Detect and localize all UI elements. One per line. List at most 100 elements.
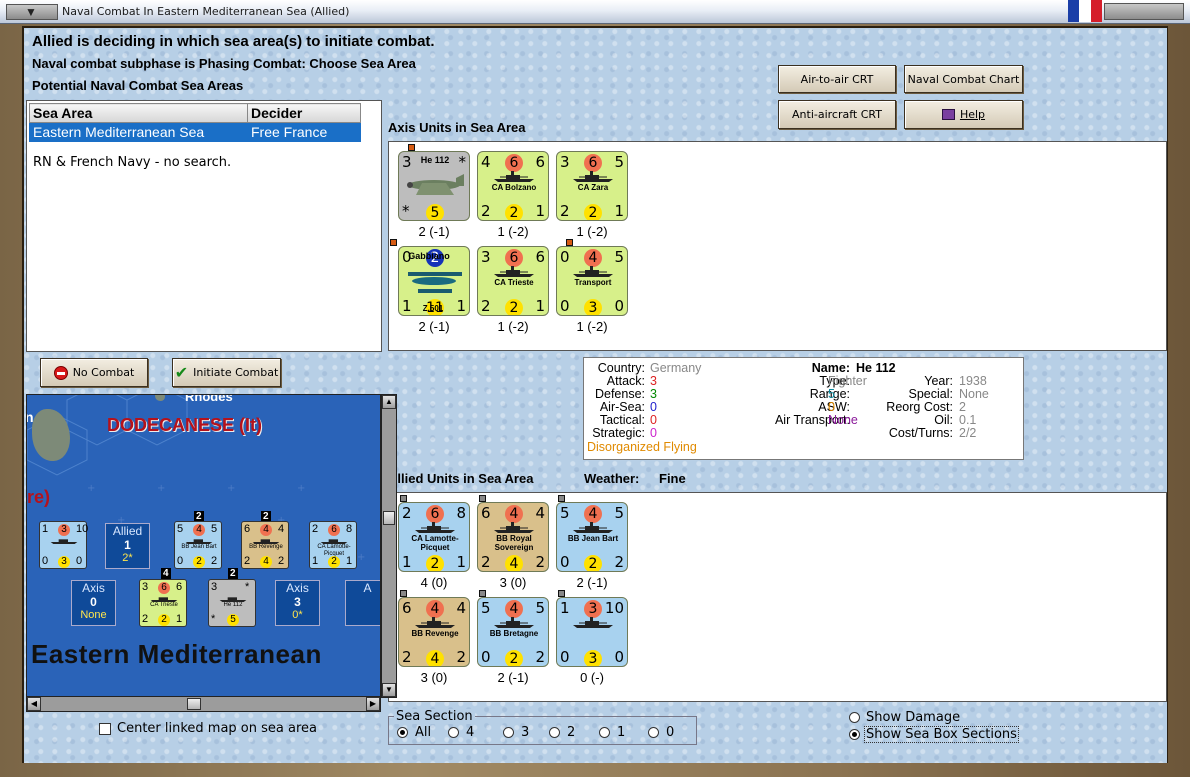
unit-counter[interactable]: 0 4 5 0 3 0 Transport [556,246,628,316]
reorg-value: 2 [959,400,966,414]
name-label: Name: [811,361,850,375]
axis-sea-box-3[interactable]: Axis 3 0* [275,580,320,626]
sea-section-radio[interactable] [648,727,659,738]
map-unit-counter[interactable]: 3 6 6 2 2 1 CA Trieste [139,579,187,627]
show-damage-radio[interactable] [849,712,860,723]
no-entry-icon [53,365,68,380]
scroll-down-icon[interactable]: ▼ [382,683,396,697]
search-note: RN & French Navy - no search. [33,155,232,170]
unit-top-right-value: 5 [614,153,624,171]
unit-strength-status: 2 (-1) [497,670,529,685]
axis-unit[interactable]: 4 6 6 2 2 1 CA Bolzano 1 (-2) [477,151,549,248]
unit-counter[interactable]: 2 6 8 1 2 1 CA Lamotte-Picquet [398,502,470,572]
scroll-right-icon[interactable]: ▶ [366,697,380,711]
unit-counter[interactable]: 0 2 1 11 1 Gabbiano Z.501 [398,246,470,316]
allied-unit[interactable]: 5 4 5 0 2 2 BB Bretagne 2 (-1) [477,590,549,694]
window-controls[interactable] [1104,3,1184,20]
sea-section-radio[interactable] [549,727,560,738]
allied-unit[interactable]: 6 4 4 2 4 2 BB Revenge 3 (0) [398,590,470,694]
map-horizontal-scrollbar[interactable]: ◀ ▶ [26,696,381,712]
axis-unit[interactable]: 3 6 6 2 2 1 CA Trieste 1 (-2) [477,246,549,343]
allied-sea-box[interactable]: Allied 1 2* [105,523,150,569]
unit-status-marker [400,495,407,502]
sea-section-radio[interactable] [503,727,514,738]
map-unit-bottom-value: 2 [211,555,218,567]
unit-counter[interactable]: 3 * * 5 He 112 [398,151,470,221]
unit-counter[interactable]: 6 4 4 2 4 2 BB Revenge [398,597,470,667]
unit-top-left-value: 4 [481,153,491,171]
sea-section-radio[interactable] [397,727,408,738]
allied-unit[interactable]: 5 4 5 0 2 2 BB Jean Bart 2 (-1) [556,495,628,599]
linked-map[interactable]: +++ +++ +++ Rhodes n DODECANESE (It) re)… [26,394,381,710]
axis-unit[interactable]: 0 4 5 0 3 0 Transport 1 (-2) [556,239,628,343]
no-combat-button[interactable]: No Combat [40,358,148,387]
horizontal-scroll-thumb[interactable] [187,698,201,710]
weather-label: Weather: [584,471,640,486]
map-unit-counter[interactable]: 2 6 8 1 2 1 CA Lamotte-Picquet [309,521,357,569]
oil-label: Oil: [934,413,953,427]
anti-aircraft-crt-button[interactable]: Anti-aircraft CRT [778,100,896,129]
unit-counter[interactable]: 1 3 10 0 3 0 [556,597,628,667]
axis-unit[interactable]: 3 6 5 2 2 1 CA Zara 1 (-2) [556,151,628,248]
unit-counter[interactable]: 3 6 5 2 2 1 CA Zara [556,151,628,221]
help-book-icon [941,109,955,120]
sea-section-option-label: 0 [666,725,675,740]
unit-strength-status: 1 (-2) [497,224,529,239]
scroll-up-icon[interactable]: ▲ [382,395,396,409]
unit-status-marker [479,590,486,597]
svg-text:+: + [87,483,95,494]
tactical-label: Tactical: [599,413,645,427]
map-unit-top-value: 4 [193,524,205,536]
map-unit-bottom-value: 3 [58,556,70,568]
unit-strength-status: 2 (-1) [418,319,450,334]
sea-section-radio[interactable] [448,727,459,738]
col-sea-area[interactable]: Sea Area [29,103,248,123]
special-label: Special: [908,387,953,401]
unit-counter[interactable]: 6 4 4 2 4 2 BB Royal Sovereign [477,502,549,572]
air-to-air-crt-button[interactable]: Air-to-air CRT [778,65,896,93]
row-sea-area[interactable]: Eastern Mediterranean Sea [29,122,248,142]
map-unit-counter[interactable]: 6 4 4 2 4 2 BB Revenge [241,521,289,569]
scroll-left-icon[interactable]: ◀ [27,697,41,711]
svg-text:+: + [157,483,165,494]
window-menu-icon[interactable]: ▼ [6,4,58,20]
map-unit-counter[interactable]: 1 3 10 0 3 0 [39,521,88,569]
row-decider[interactable]: Free France [247,122,361,142]
unit-counter[interactable]: 3 6 6 2 2 1 CA Trieste [477,246,549,316]
map-vertical-scrollbar[interactable]: ▲ ▼ [381,394,397,698]
unit-counter[interactable]: 4 6 6 2 2 1 CA Bolzano [477,151,549,221]
map-unit-top-value: 3 [58,524,70,536]
help-button[interactable]: Help [904,100,1023,129]
allied-unit[interactable]: 2 6 8 1 2 1 CA Lamotte-Picquet 4 (0) [398,495,470,599]
map-unit-bottom-value: * [211,613,216,625]
naval-combat-chart-button[interactable]: Naval Combat Chart [904,65,1023,93]
axis-sea-box-4[interactable]: A [345,580,380,626]
allied-unit[interactable]: 1 3 10 0 3 0 0 (-) [556,590,628,694]
unit-counter[interactable]: 5 4 5 0 2 2 BB Bretagne [477,597,549,667]
map-unit-bottom-value: 5 [227,614,239,626]
map-ship-icon [252,536,280,547]
axis-unit[interactable]: 0 2 1 11 1 Gabbiano Z.501 2 (-1) [390,239,470,343]
aircraft-icon [404,170,466,203]
show-sections-radio[interactable] [849,729,860,740]
axis-sea-box-0[interactable]: Axis 0 None [71,580,116,626]
col-decider[interactable]: Decider [247,103,361,123]
map-unit-top-value: 4 [260,524,272,536]
map-unit-counter[interactable]: 5 4 5 0 2 2 BB Jean Bart [174,521,222,569]
center-linked-checkbox[interactable] [99,723,111,735]
map-unit-counter[interactable]: 3 * * 5 He 112 [208,579,256,627]
attack-value: 3 [650,374,657,388]
unit-name: Gabbiano [408,251,450,261]
sea-section-radio[interactable] [599,727,610,738]
show-sections-label: Show Sea Box Sections [864,726,1019,743]
vertical-scroll-thumb[interactable] [383,511,395,525]
initiate-combat-button[interactable]: ✔ Initiate Combat [172,358,281,387]
unit-counter[interactable]: 5 4 5 0 2 2 BB Jean Bart [556,502,628,572]
axis-unit[interactable]: 3 * * 5 He 112 2 (-1) [398,144,470,248]
attack-label: Attack: [606,374,645,388]
unit-top-left-value: 6 [402,599,412,617]
unit-bottom-right-value: 1 [535,202,545,220]
table-row[interactable]: Eastern Mediterranean Sea Free France [29,122,361,142]
allied-unit[interactable]: 6 4 4 2 4 2 BB Royal Sovereign 3 (0) [477,495,549,599]
unit-top-right-value: 6 [535,153,545,171]
